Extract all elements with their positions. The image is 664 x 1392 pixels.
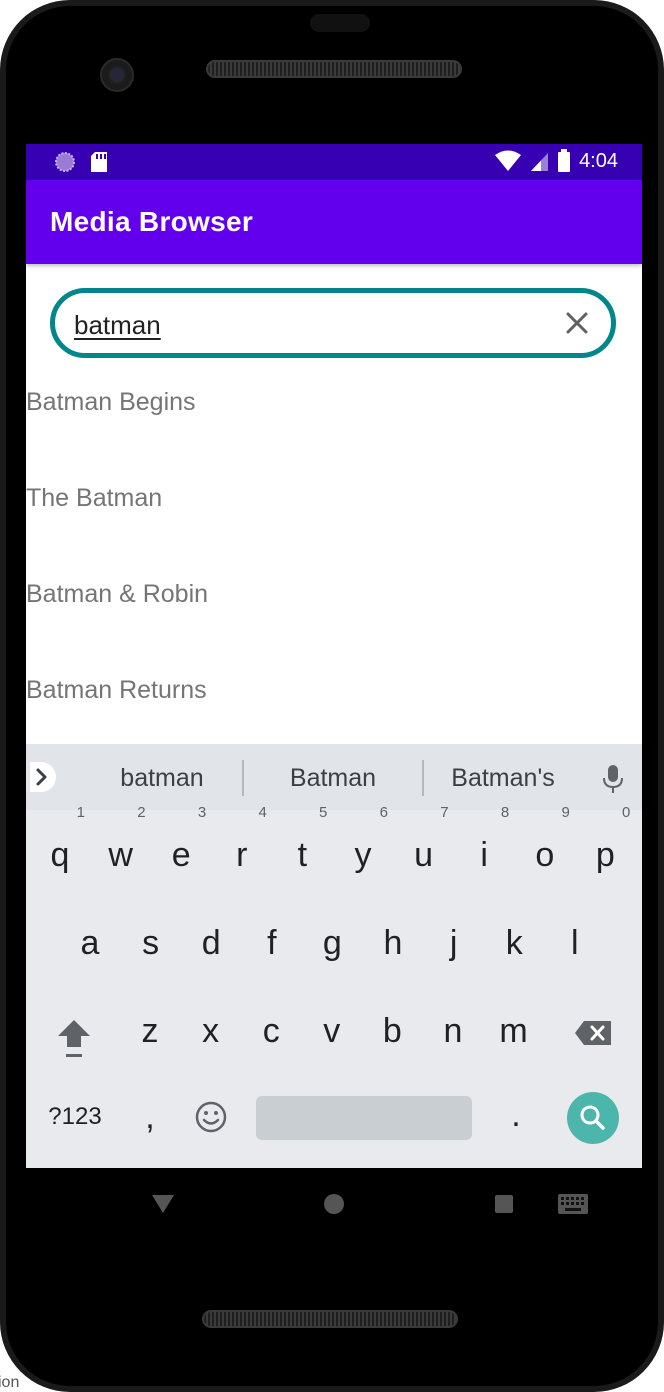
key-label: e bbox=[171, 836, 191, 874]
key-hint: 9 bbox=[561, 804, 570, 821]
key-label: o bbox=[535, 836, 555, 874]
key-l[interactable]: l bbox=[546, 908, 604, 978]
key-g[interactable]: g bbox=[303, 908, 361, 978]
key-q[interactable]: q1 bbox=[31, 805, 89, 890]
app-bar: Media Browser bbox=[26, 180, 642, 264]
mic-icon[interactable] bbox=[602, 764, 624, 794]
suggestion-divider bbox=[242, 760, 244, 796]
list-item[interactable]: Batman Returns bbox=[26, 650, 642, 746]
search-field[interactable]: batman bbox=[50, 288, 616, 358]
recents-icon[interactable] bbox=[495, 1195, 513, 1213]
home-icon[interactable] bbox=[324, 1194, 344, 1214]
key-hint: 2 bbox=[137, 804, 146, 821]
key-label: t bbox=[297, 836, 308, 874]
status-bar: 4:04 bbox=[26, 144, 642, 180]
suggestion-1[interactable]: batman bbox=[77, 764, 247, 793]
signal-icon bbox=[531, 153, 549, 171]
key-hint: 5 bbox=[319, 804, 328, 821]
key-r[interactable]: r4 bbox=[213, 805, 271, 890]
shift-icon[interactable] bbox=[54, 1016, 94, 1060]
backspace-icon[interactable] bbox=[574, 1020, 612, 1046]
key-y[interactable]: y6 bbox=[334, 805, 392, 890]
top-speaker bbox=[206, 60, 462, 78]
result-title: Batman Begins bbox=[26, 388, 196, 416]
close-icon[interactable] bbox=[559, 305, 595, 341]
key-label: u bbox=[414, 836, 434, 874]
key-d[interactable]: d bbox=[182, 908, 240, 978]
expand-toolbar-button[interactable] bbox=[30, 762, 56, 792]
key-hint: 1 bbox=[76, 804, 85, 821]
key-f[interactable]: f bbox=[243, 908, 301, 978]
suggestion-3[interactable]: Batman's bbox=[418, 764, 588, 793]
key-label: i bbox=[480, 836, 488, 874]
search-key[interactable] bbox=[567, 1092, 619, 1144]
key-t[interactable]: t5 bbox=[273, 805, 331, 890]
key-hint: 3 bbox=[197, 804, 207, 821]
battery-icon bbox=[558, 149, 571, 172]
result-title: The Batman bbox=[26, 484, 163, 512]
key-k[interactable]: k bbox=[485, 908, 543, 978]
screen: 4:04 Media Browser batman Batman Begins … bbox=[26, 144, 642, 1168]
key-hint: 8 bbox=[500, 804, 510, 821]
key-a[interactable]: a bbox=[61, 908, 119, 978]
results-list: Batman Begins The Batman Batman & Robin … bbox=[26, 362, 642, 746]
symbols-key[interactable]: ?123 bbox=[42, 1082, 108, 1152]
key-e[interactable]: e3 bbox=[152, 805, 210, 890]
key-v[interactable]: v bbox=[303, 996, 361, 1066]
key-label: r bbox=[236, 836, 248, 874]
key-label: y bbox=[354, 836, 372, 874]
device-frame: 4:04 Media Browser batman Batman Begins … bbox=[0, 0, 664, 1392]
key-hint: 4 bbox=[258, 804, 267, 821]
key-i[interactable]: i8 bbox=[455, 805, 513, 890]
key-h[interactable]: h bbox=[364, 908, 422, 978]
space-key[interactable] bbox=[256, 1096, 472, 1140]
keyboard-icon[interactable] bbox=[557, 1193, 589, 1215]
key-o[interactable]: o9 bbox=[516, 805, 574, 890]
soft-keyboard: batman Batman Batman's ?123 , . q 1 w 2 … bbox=[26, 744, 642, 1168]
key-p[interactable]: p0 bbox=[576, 805, 634, 890]
list-item[interactable]: The Batman bbox=[26, 458, 642, 554]
key-hint: 0 bbox=[622, 804, 631, 821]
chevron-right-icon bbox=[36, 768, 47, 786]
suggestion-bar: batman Batman Batman's bbox=[26, 744, 642, 810]
key-w[interactable]: w2 bbox=[92, 805, 150, 890]
emoji-icon[interactable] bbox=[194, 1100, 228, 1134]
search-input[interactable]: batman bbox=[74, 310, 161, 341]
wifi-icon bbox=[495, 150, 522, 171]
key-label: w bbox=[108, 836, 133, 874]
key-x[interactable]: x bbox=[182, 996, 240, 1066]
app-title: Media Browser bbox=[50, 206, 254, 237]
key-b[interactable]: b bbox=[363, 996, 421, 1066]
comma-key[interactable]: , bbox=[121, 1082, 179, 1152]
key-n[interactable]: n bbox=[424, 996, 482, 1066]
front-camera bbox=[100, 58, 134, 92]
status-time: 4:04 bbox=[579, 149, 618, 172]
key-hint: 6 bbox=[379, 804, 388, 821]
key-z[interactable]: z bbox=[121, 996, 179, 1066]
key-s[interactable]: s bbox=[122, 908, 180, 978]
bottom-speaker bbox=[202, 1310, 458, 1328]
period-key[interactable]: . bbox=[487, 1080, 545, 1150]
back-icon[interactable] bbox=[152, 1195, 174, 1213]
list-item[interactable]: Batman Begins bbox=[26, 362, 642, 458]
key-label: p bbox=[595, 836, 615, 874]
key-c[interactable]: c bbox=[242, 996, 300, 1066]
top-notch bbox=[310, 14, 370, 32]
background-text: ion bbox=[0, 1374, 20, 1391]
suggestion-2[interactable]: Batman bbox=[248, 764, 418, 793]
sd-card-icon bbox=[91, 152, 107, 172]
key-hint: 7 bbox=[440, 804, 449, 821]
result-title: Batman Returns bbox=[26, 676, 207, 704]
key-j[interactable]: j bbox=[425, 908, 483, 978]
search-icon bbox=[580, 1105, 605, 1130]
key-m[interactable]: m bbox=[485, 996, 543, 1066]
list-item[interactable]: Batman & Robin bbox=[26, 554, 642, 650]
key-u[interactable]: u7 bbox=[395, 805, 453, 890]
key-label: q bbox=[50, 836, 70, 874]
circle-app-icon bbox=[55, 152, 75, 172]
result-title: Batman & Robin bbox=[26, 580, 209, 608]
